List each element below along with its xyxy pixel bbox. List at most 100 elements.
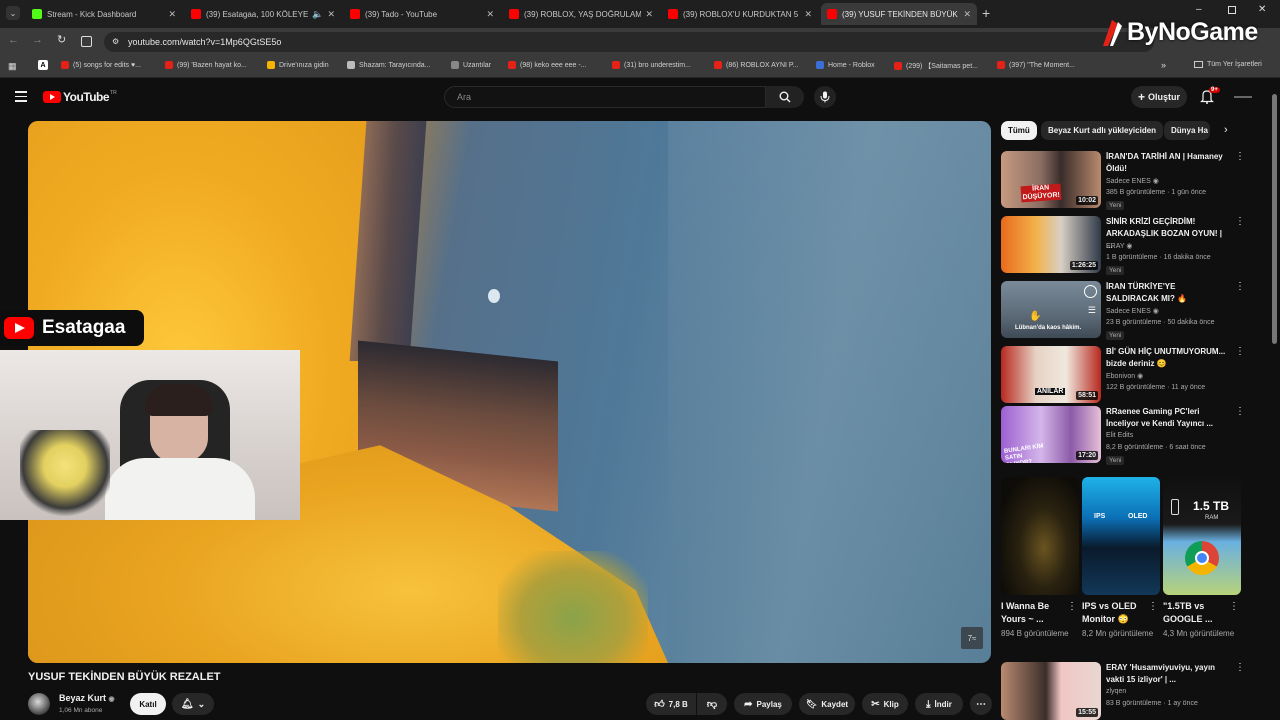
video-meta: 8,2 B görüntüleme · 6 saat önce	[1106, 444, 1206, 451]
save-button[interactable]: 🔖︎ Kaydet	[799, 693, 855, 715]
video-thumbnail[interactable]: Lübnan'da kaos hâkim. ☰ ✋	[1001, 281, 1101, 338]
bookmark-item[interactable]: Home - Roblox	[816, 61, 875, 69]
browser-tab[interactable]: (39) ROBLOX, YAŞ DOĞRULAM ✕	[503, 3, 659, 25]
minimize-button[interactable]: –	[1196, 4, 1202, 15]
back-button[interactable]: ←	[8, 34, 19, 46]
bookmark-item[interactable]: (5) songs for edits ♥...	[61, 61, 141, 69]
video-thumbnail[interactable]: BUNLARI KİM SATIN ALIYOR? 17:20	[1001, 406, 1101, 463]
create-button[interactable]: + Oluştur	[1131, 86, 1187, 108]
close-icon[interactable]: ✕	[327, 9, 335, 20]
recommendation-item[interactable]: ANILAR 58:51 Bİ' GÜN HİÇ UNUTMUYORUM... …	[1001, 346, 1245, 404]
bookmark-item[interactable]: (397) "The Moment...	[997, 61, 1075, 69]
tab-search-button[interactable]: ⌄	[6, 6, 20, 20]
bookmark-item[interactable]: (86) ROBLOX AYNI P...	[714, 61, 799, 69]
plush-toys	[20, 430, 110, 520]
recommendation-item[interactable]: 15:55 ERAY 'Husamviyuviyu, yayın vakti 1…	[1001, 662, 1245, 720]
mouse-cursor-icon: ✋	[1029, 311, 1042, 322]
bookmark-item[interactable]: Uzantılar	[451, 61, 491, 69]
join-button[interactable]: Katıl	[130, 693, 166, 715]
close-icon[interactable]: ✕	[645, 9, 653, 20]
close-icon[interactable]: ✕	[804, 9, 812, 20]
bookmark-a-icon[interactable]: A	[38, 60, 48, 70]
site-info-icon[interactable]: ⚙	[112, 37, 119, 46]
like-button[interactable]: 👍︎ 7,8 B	[646, 693, 696, 715]
video-thumbnail[interactable]: ANILAR 58:51	[1001, 346, 1101, 403]
video-thumbnail[interactable]: 1:26:25	[1001, 216, 1101, 273]
more-options-icon[interactable]: ⋮	[1235, 346, 1245, 357]
dislike-button[interactable]: 👎︎	[697, 693, 727, 715]
chip-from-uploader[interactable]: Beyaz Kurt adlı yükleyiciden	[1041, 121, 1164, 140]
more-options-icon[interactable]: ⋮	[1148, 601, 1158, 612]
chip-all[interactable]: Tümü	[1001, 121, 1037, 140]
watch-later-icon[interactable]	[1084, 285, 1097, 298]
chip-world[interactable]: Dünya Ha	[1164, 121, 1210, 140]
notifications-button[interactable]: 9+	[1200, 87, 1220, 104]
forward-button[interactable]: →	[32, 34, 43, 46]
bookmark-item[interactable]: Drive'ınıza gidin	[267, 61, 329, 69]
add-to-queue-icon[interactable]: ☰	[1088, 305, 1096, 316]
voice-search-button[interactable]	[814, 86, 836, 108]
recommendation-item[interactable]: İRAN DÜŞÜYOR! 10:02 İRAN'DA TARİHİ AN | …	[1001, 151, 1245, 210]
close-window-button[interactable]: ✕	[1258, 4, 1266, 15]
short-item[interactable]: 1.5 TB RAM "1.5TB vs GOOGLE ... 4,3 Mn g…	[1163, 477, 1241, 640]
close-icon[interactable]: ✕	[486, 9, 494, 20]
page-scrollbar[interactable]	[1271, 82, 1278, 720]
recommendation-item[interactable]: BUNLARI KİM SATIN ALIYOR? 17:20 RRaenee …	[1001, 406, 1245, 465]
short-item[interactable]: I Wanna Be Yours ~ ... 894 B görüntüleme…	[1001, 477, 1079, 640]
new-tab-button[interactable]: +	[982, 5, 990, 21]
channel-name: ERAY ◉	[1106, 243, 1133, 250]
download-button[interactable]: ⤓ İndir	[915, 693, 963, 715]
apps-grid-icon[interactable]: ▦	[8, 61, 17, 72]
chevron-right-icon[interactable]: ›	[1224, 124, 1228, 136]
more-options-icon[interactable]: ⋮	[1235, 281, 1245, 292]
reload-button[interactable]: ↻	[57, 33, 66, 46]
restore-button[interactable]	[1228, 6, 1236, 14]
url-field[interactable]: ⚙ youtube.com/watch?v=1Mp6QGtSE5o	[104, 32, 1154, 52]
split-view-icon[interactable]	[81, 36, 92, 47]
bookmark-item[interactable]: (299) 【Saitamas pet...	[894, 61, 978, 71]
all-bookmarks-button[interactable]: Tüm Yer İşaretleri	[1194, 61, 1262, 68]
recommendation-item[interactable]: 1:26:25 SİNİR KRİZİ GEÇİRDİM! ARKADAŞLIK…	[1001, 216, 1245, 275]
bookmarks-overflow-icon[interactable]: »	[1161, 60, 1166, 70]
clip-button[interactable]: ✂ Klip	[862, 693, 908, 715]
more-actions-button[interactable]: ⋯	[970, 693, 992, 715]
browser-tab[interactable]: (39) Esatagaa, 100 KÖLEYE 🔈 ✕	[185, 3, 341, 25]
menu-icon[interactable]	[15, 91, 27, 102]
youtube-favicon-icon	[350, 9, 360, 19]
account-avatar[interactable]	[1234, 90, 1252, 104]
share-button[interactable]: ➦ Paylaş	[734, 693, 792, 715]
subscribed-bell-button[interactable]: 🔔︎ ⌄	[172, 693, 214, 715]
short-thumbnail[interactable]: IPS OLED	[1082, 477, 1160, 595]
more-options-icon[interactable]: ⋮	[1229, 601, 1239, 612]
more-options-icon[interactable]: ⋮	[1067, 601, 1077, 612]
bookmark-item[interactable]: (98) keko eee eee -...	[508, 61, 587, 69]
browser-tab[interactable]: Stream - Kick Dashboard ✕	[26, 3, 182, 25]
close-icon[interactable]: ✕	[963, 9, 971, 20]
more-options-icon[interactable]: ⋮	[1235, 662, 1245, 673]
short-thumbnail[interactable]: 1.5 TB RAM	[1163, 477, 1241, 595]
channel-avatar[interactable]	[28, 693, 50, 715]
search-input[interactable]: Ara	[444, 86, 766, 108]
channel-name-link[interactable]: Beyaz Kurt ◉	[59, 693, 115, 703]
video-thumbnail[interactable]: İRAN DÜŞÜYOR! 10:02	[1001, 151, 1101, 208]
bookmark-item[interactable]: (99) 'Bazen hayat ko...	[165, 61, 247, 69]
browser-tab-active[interactable]: (39) YUSUF TEKİNDEN BÜYÜK ✕	[821, 3, 977, 25]
duration-badge: 10:02	[1076, 196, 1098, 205]
video-thumbnail[interactable]: 15:55	[1001, 662, 1101, 720]
short-item[interactable]: IPS OLED IPS vs OLED Monitor 😳 8,2 Mn gö…	[1082, 477, 1160, 640]
recommendation-item[interactable]: Lübnan'da kaos hâkim. ☰ ✋ İRAN TÜRKİYE'Y…	[1001, 281, 1245, 340]
short-thumbnail[interactable]	[1001, 477, 1079, 595]
more-options-icon[interactable]: ⋮	[1235, 216, 1245, 227]
search-button[interactable]	[766, 86, 804, 108]
speaker-icon[interactable]: 🔈	[312, 9, 323, 20]
more-options-icon[interactable]: ⋮	[1235, 151, 1245, 162]
verified-icon: ◉	[1152, 178, 1159, 185]
youtube-logo[interactable]: YouTube TR	[43, 90, 117, 104]
browser-tab[interactable]: (39) ROBLOX'U KURDUKTAN 5 ✕	[662, 3, 818, 25]
bookmark-item[interactable]: Shazam: Tarayıcında...	[347, 61, 430, 69]
duration-badge: 1:26:25	[1069, 261, 1098, 270]
browser-tab[interactable]: (39) Tado - YouTube ✕	[344, 3, 500, 25]
close-icon[interactable]: ✕	[168, 9, 176, 20]
more-options-icon[interactable]: ⋮	[1235, 406, 1245, 417]
bookmark-item[interactable]: (31) bro underestim...	[612, 61, 691, 69]
